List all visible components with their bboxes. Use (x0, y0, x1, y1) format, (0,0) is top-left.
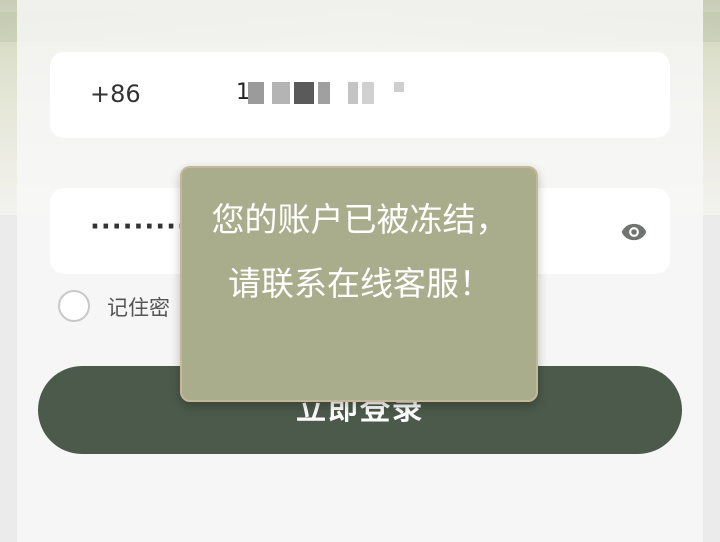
login-screen: +86 1 ········· 记住密 立即登录 您的账户已被冻结，请联系在线客… (0, 0, 720, 542)
mask-block (348, 82, 358, 104)
toast-message: 您的账户已被冻结，请联系在线客服！ (211, 200, 509, 303)
mask-block (318, 82, 330, 104)
mask-block (294, 82, 314, 104)
eye-icon[interactable] (620, 218, 648, 246)
mask-block (272, 82, 290, 104)
phone-digit-visible: 1 (236, 80, 250, 105)
mask-block (362, 82, 374, 104)
phone-number-masked[interactable]: 1 (236, 82, 406, 104)
error-toast: 您的账户已被冻结，请联系在线客服！ (180, 166, 538, 402)
remember-checkbox[interactable] (58, 290, 90, 322)
password-value[interactable]: ········· (90, 212, 188, 242)
remember-label[interactable]: 记住密 (107, 292, 170, 322)
phone-field[interactable]: +86 1 (50, 52, 670, 138)
mask-block (394, 82, 404, 92)
country-code[interactable]: +86 (90, 80, 141, 108)
mask-block (248, 82, 264, 104)
